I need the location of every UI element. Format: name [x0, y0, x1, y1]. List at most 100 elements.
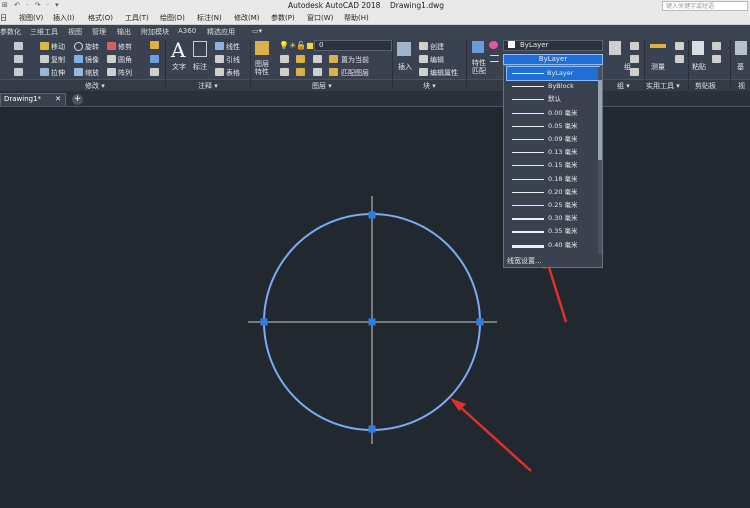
utility-icon[interactable] — [675, 42, 684, 50]
layer-dropdown[interactable]: 0 — [314, 40, 392, 51]
tab-output[interactable]: 输出 — [117, 27, 131, 37]
menu-item-dimension[interactable]: 标注(N) — [197, 13, 222, 23]
lineweight-option[interactable]: 0.20 毫米 — [507, 186, 599, 199]
lineweight-option[interactable]: 0.05 毫米 — [507, 120, 599, 133]
color-dropdown[interactable]: ByLayer — [503, 40, 603, 51]
rotate-label[interactable]: 旋转 — [85, 42, 99, 52]
lineweight-option[interactable]: ByBlock — [507, 80, 599, 93]
linear-icon[interactable] — [215, 42, 224, 50]
grip-top[interactable] — [368, 211, 376, 219]
lineweight-option[interactable]: 0.13 毫米 — [507, 146, 599, 159]
measure-label[interactable]: 测量 — [651, 62, 665, 72]
layer-tool-icon[interactable] — [280, 55, 289, 63]
edit-attributes-label[interactable]: 编辑属性 — [430, 68, 458, 78]
tab-manage[interactable]: 管理 — [92, 27, 106, 37]
create-label[interactable]: 创建 — [430, 42, 444, 52]
edit-block-icon[interactable] — [419, 55, 428, 63]
grip-right[interactable] — [476, 318, 484, 326]
color-wheel-icon[interactable] — [489, 41, 498, 49]
match-properties-label[interactable]: 特性 匹配 — [472, 59, 486, 75]
mirror-icon[interactable] — [74, 55, 83, 63]
insert-label[interactable]: 插入 — [398, 62, 412, 72]
measure-icon[interactable] — [650, 44, 666, 48]
leader-icon[interactable] — [215, 55, 224, 63]
insert-block-icon[interactable] — [397, 42, 411, 56]
tab-more[interactable]: ▭▾ — [252, 27, 262, 35]
layer-tool-icon[interactable] — [296, 55, 305, 63]
menu-item-parametric[interactable]: 参数(P) — [271, 13, 295, 23]
lineweight-scroll-thumb[interactable] — [598, 80, 602, 160]
group-label[interactable]: 组 — [624, 62, 631, 72]
lineweight-option[interactable]: ByLayer — [506, 66, 600, 81]
utility-icon[interactable] — [675, 55, 684, 63]
tab-parametric[interactable]: 参数化 — [0, 27, 21, 37]
lineweight-option[interactable]: 0.00 毫米 — [507, 107, 599, 120]
array-icon[interactable] — [107, 68, 116, 76]
tab-3d-tools[interactable]: 三维工具 — [30, 27, 58, 37]
circle-tool-icon[interactable] — [14, 55, 23, 63]
grip-left[interactable] — [260, 318, 268, 326]
mirror-label[interactable]: 镜像 — [85, 55, 99, 65]
table-icon[interactable] — [215, 68, 224, 76]
grip-center[interactable] — [368, 318, 376, 326]
edit-attributes-icon[interactable] — [419, 68, 428, 76]
menu-item-tools[interactable]: 工具(T) — [125, 13, 149, 23]
menu-item-window[interactable]: 窗口(W) — [307, 13, 333, 23]
create-block-icon[interactable] — [419, 42, 428, 50]
lineweight-option[interactable]: 0.30 毫米 — [507, 212, 599, 225]
menu-item-draw[interactable]: 绘图(D) — [160, 13, 185, 23]
drawing-tab[interactable]: Drawing1* ✕ — [0, 93, 66, 106]
edit-label[interactable]: 编辑 — [430, 55, 444, 65]
lineweight-option[interactable]: 0.35 毫米 — [507, 225, 599, 238]
panel-title-block[interactable]: 块 ▾ — [423, 81, 436, 91]
hatch-icon[interactable] — [14, 68, 23, 76]
lineweight-dropdown[interactable]: ByLayer — [503, 54, 603, 65]
tab-a360[interactable]: A360 — [178, 27, 196, 35]
base-icon[interactable] — [735, 41, 747, 55]
layer-properties-label[interactable]: 图层 特性 — [255, 60, 269, 76]
dimension-icon[interactable] — [193, 41, 207, 57]
lineweight-option[interactable]: 0.25 毫米 — [507, 199, 599, 212]
layer-properties-icon[interactable] — [255, 41, 269, 55]
lineweight-option[interactable]: 0.18 毫米 — [507, 173, 599, 186]
eraser-icon[interactable] — [150, 41, 159, 49]
explode-icon[interactable] — [150, 68, 159, 76]
panel-title-modify[interactable]: 修改 ▾ — [85, 81, 105, 91]
drawing-canvas[interactable] — [0, 107, 750, 508]
match-layer-icon[interactable] — [329, 68, 338, 76]
lineweight-icon[interactable] — [490, 55, 499, 62]
draw-icon[interactable] — [14, 42, 23, 50]
lineweight-option[interactable]: 0.09 毫米 — [507, 133, 599, 146]
cut-icon[interactable] — [712, 42, 721, 50]
menu-item-insert[interactable]: 插入(I) — [53, 13, 75, 23]
trim-icon[interactable] — [107, 42, 116, 50]
menu-item-format[interactable]: 格式(O) — [88, 13, 113, 23]
tab-view[interactable]: 视图 — [68, 27, 82, 37]
tab-addins[interactable]: 附加模块 — [141, 27, 169, 37]
group-tool-icon[interactable] — [630, 55, 639, 63]
layer-state-icons[interactable]: 💡☀🔓■ — [279, 41, 314, 50]
tab-featured-apps[interactable]: 精选应用 — [207, 27, 235, 37]
set-current-label[interactable]: 置为当前 — [341, 55, 369, 65]
stretch-icon[interactable] — [40, 68, 49, 76]
search-input[interactable]: 键入关键字或短语 — [662, 1, 748, 11]
menu-item-date[interactable]: 日 — [0, 13, 7, 23]
stretch-label[interactable]: 拉伸 — [51, 68, 65, 78]
table-label[interactable]: 表格 — [226, 68, 240, 78]
text-icon[interactable]: A — [171, 38, 185, 62]
dimension-label[interactable]: 标注 — [193, 62, 207, 72]
lineweight-option[interactable]: 0.40 毫米 — [507, 239, 599, 252]
match-properties-icon[interactable] — [472, 41, 484, 53]
offset-icon[interactable] — [150, 55, 159, 63]
linear-label[interactable]: 线性 — [226, 42, 240, 52]
base-label[interactable]: 基 — [737, 62, 744, 72]
scale-icon[interactable] — [74, 68, 83, 76]
lineweight-option[interactable]: 0.15 毫米 — [507, 159, 599, 172]
rotate-icon[interactable] — [74, 42, 83, 51]
copy-icon[interactable] — [40, 55, 49, 63]
panel-title-groups[interactable]: 组 ▾ — [617, 81, 630, 91]
move-label[interactable]: 移动 — [51, 42, 65, 52]
match-layer-label[interactable]: 匹配图层 — [341, 68, 369, 78]
trim-label[interactable]: 修剪 — [118, 42, 132, 52]
set-current-icon[interactable] — [329, 55, 338, 63]
